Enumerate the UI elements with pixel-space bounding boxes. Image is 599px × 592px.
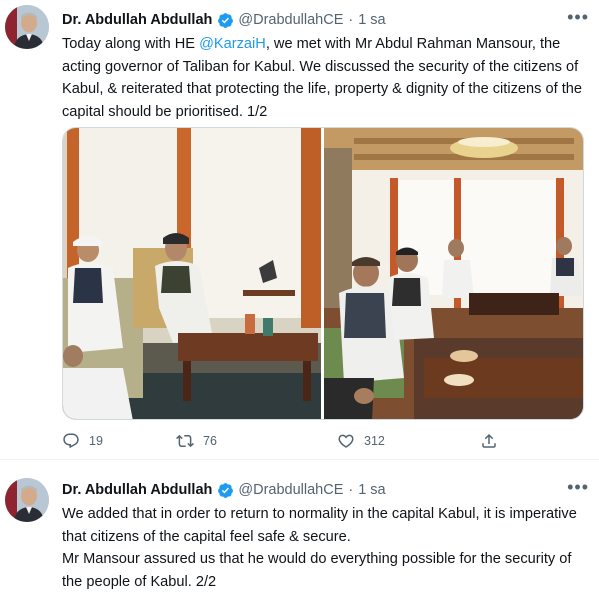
retweet-icon bbox=[176, 434, 194, 448]
profile-photo-icon bbox=[5, 478, 49, 522]
verified-badge-icon bbox=[218, 482, 234, 498]
author-name[interactable]: Dr. Abdullah Abdullah bbox=[62, 482, 212, 498]
share-icon bbox=[482, 433, 496, 448]
tweet-header: Dr. Abdullah Abdullah @DrabdullahCE · 1 … bbox=[62, 478, 589, 500]
more-options-button[interactable]: ••• bbox=[567, 8, 589, 26]
meeting-photo-left-icon bbox=[63, 128, 321, 419]
separator-dot: · bbox=[348, 12, 354, 28]
tweet-actions: 19 76 312 bbox=[62, 432, 512, 452]
profile-photo-icon bbox=[5, 5, 49, 49]
like-button[interactable]: 312 bbox=[337, 432, 385, 450]
heart-icon bbox=[338, 434, 354, 448]
author-avatar[interactable] bbox=[5, 478, 49, 522]
meeting-photo-right-icon bbox=[324, 128, 583, 419]
tweet-text-line: We added that in order to return to norm… bbox=[62, 506, 577, 545]
tweet-2[interactable]: Dr. Abdullah Abdullah @DrabdullahCE · 1 … bbox=[0, 460, 599, 592]
author-avatar[interactable] bbox=[5, 5, 49, 49]
tweet-media[interactable] bbox=[62, 127, 584, 420]
author-handle[interactable]: @DrabdullahCE bbox=[238, 12, 343, 28]
separator-dot: · bbox=[348, 482, 354, 498]
meeting-photo-left[interactable] bbox=[63, 128, 321, 419]
retweet-count: 76 bbox=[203, 434, 217, 448]
tweet-text-start: Today along with HE bbox=[62, 36, 200, 52]
author-handle[interactable]: @DrabdullahCE bbox=[238, 482, 343, 498]
reply-count: 19 bbox=[89, 434, 103, 448]
reply-icon bbox=[63, 433, 79, 449]
like-count: 312 bbox=[364, 434, 385, 448]
tweet-header: Dr. Abdullah Abdullah @DrabdullahCE · 1 … bbox=[62, 8, 589, 30]
tweet-time[interactable]: 1 sa bbox=[358, 482, 385, 498]
more-options-button[interactable]: ••• bbox=[567, 478, 589, 496]
mention-link[interactable]: @KarzaiH bbox=[199, 36, 266, 52]
share-button[interactable] bbox=[480, 432, 498, 450]
tweet-text-line: Mr Mansour assured us that he would do e… bbox=[62, 551, 572, 590]
tweet-text: We added that in order to return to norm… bbox=[62, 503, 587, 592]
tweet-1[interactable]: Dr. Abdullah Abdullah @DrabdullahCE · 1 … bbox=[0, 0, 599, 458]
tweet-text: Today along with HE @KarzaiH, we met wit… bbox=[62, 33, 587, 123]
meeting-photo-right[interactable] bbox=[324, 128, 583, 419]
verified-badge-icon bbox=[218, 12, 234, 28]
author-name[interactable]: Dr. Abdullah Abdullah bbox=[62, 12, 212, 28]
reply-button[interactable]: 19 bbox=[62, 432, 103, 450]
retweet-button[interactable]: 76 bbox=[176, 432, 217, 450]
tweet-time[interactable]: 1 sa bbox=[358, 12, 385, 28]
